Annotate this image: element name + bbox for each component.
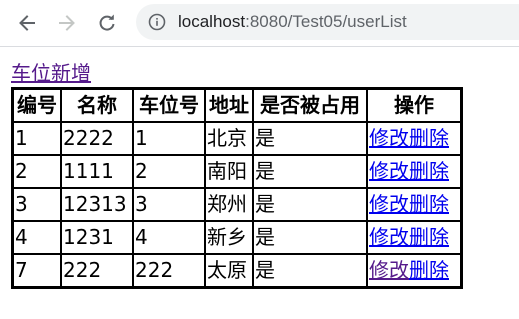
cell-occupied: 是 [253,122,367,155]
cell-address: 南阳 [205,155,253,188]
cell-address: 新乡 [205,221,253,254]
cell-spot-number: 3 [133,188,205,221]
header-spot-number: 车位号 [133,89,205,122]
cell-id: 2 [13,155,61,188]
cell-id: 7 [13,254,61,287]
cell-name: 1231 [61,221,133,254]
page-content: 车位新增 编号 名称 车位号 地址 是否被占用 操作 1 2222 1 北京 是… [11,60,463,289]
edit-link[interactable]: 修改 [369,192,409,216]
delete-link[interactable]: 删除 [409,192,449,216]
cell-spot-number: 4 [133,221,205,254]
header-actions: 操作 [367,89,461,122]
cell-occupied: 是 [253,221,367,254]
cell-actions: 修改删除 [367,188,461,221]
cell-id: 3 [13,188,61,221]
cell-id: 1 [13,122,61,155]
info-icon[interactable] [148,13,166,31]
header-id: 编号 [13,89,61,122]
cell-spot-number: 222 [133,254,205,287]
cell-actions: 修改删除 [367,221,461,254]
delete-link[interactable]: 删除 [409,225,449,249]
back-arrow-icon [19,15,35,31]
table-row: 1 2222 1 北京 是 修改删除 [13,122,461,155]
cell-spot-number: 2 [133,155,205,188]
forward-arrow-icon [59,15,75,31]
cell-actions: 修改删除 [367,155,461,188]
cell-name: 1111 [61,155,133,188]
parking-table: 编号 名称 车位号 地址 是否被占用 操作 1 2222 1 北京 是 修改删除… [11,87,463,289]
table-row: 3 12313 3 郑州 是 修改删除 [13,188,461,221]
toolbar-divider [0,46,519,47]
cell-occupied: 是 [253,188,367,221]
address-bar[interactable]: localhost:8080/Test05/userList [136,4,519,40]
forward-button[interactable] [53,9,81,37]
cell-address: 太原 [205,254,253,287]
header-name: 名称 [61,89,133,122]
edit-link[interactable]: 修改 [369,258,409,282]
browser-toolbar: localhost:8080/Test05/userList [0,0,519,46]
cell-actions: 修改删除 [367,254,461,287]
edit-link[interactable]: 修改 [369,126,409,150]
delete-link[interactable]: 删除 [409,126,449,150]
cell-name: 2222 [61,122,133,155]
back-button[interactable] [13,9,41,37]
cell-spot-number: 1 [133,122,205,155]
cell-occupied: 是 [253,155,367,188]
table-row: 2 1111 2 南阳 是 修改删除 [13,155,461,188]
url-path: :8080/Test05/userList [245,12,407,31]
add-parking-spot-link[interactable]: 车位新增 [11,60,91,86]
delete-link[interactable]: 删除 [409,159,449,183]
header-occupied: 是否被占用 [253,89,367,122]
cell-address: 北京 [205,122,253,155]
header-address: 地址 [205,89,253,122]
reload-button[interactable] [93,9,121,37]
table-row: 7 222 222 太原 是 修改删除 [13,254,461,287]
cell-actions: 修改删除 [367,122,461,155]
cell-occupied: 是 [253,254,367,287]
edit-link[interactable]: 修改 [369,159,409,183]
cell-id: 4 [13,221,61,254]
url-text[interactable]: localhost:8080/Test05/userList [178,11,407,33]
table-header-row: 编号 名称 车位号 地址 是否被占用 操作 [13,89,461,122]
cell-address: 郑州 [205,188,253,221]
cell-name: 12313 [61,188,133,221]
edit-link[interactable]: 修改 [369,225,409,249]
table-row: 4 1231 4 新乡 是 修改删除 [13,221,461,254]
url-host: localhost [178,12,246,31]
cell-name: 222 [61,254,133,287]
delete-link[interactable]: 删除 [409,258,449,282]
reload-icon [99,14,115,31]
